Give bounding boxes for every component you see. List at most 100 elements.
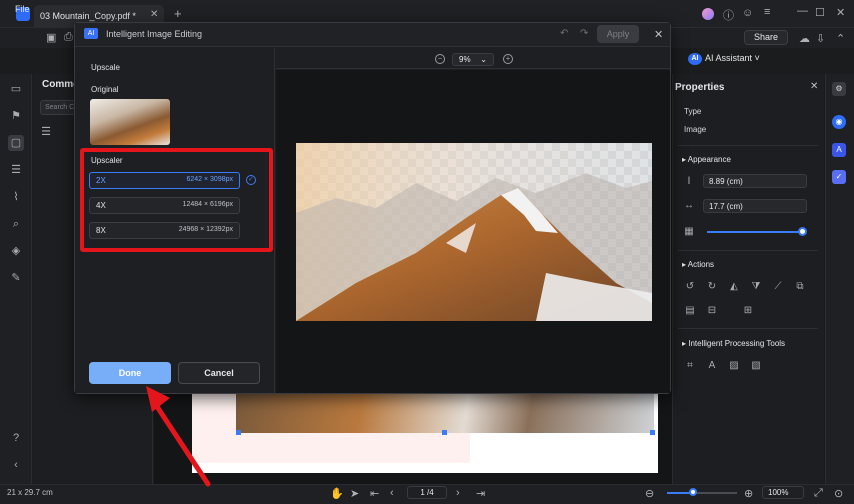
last-page-icon[interactable]: ⇥ bbox=[476, 487, 485, 500]
download-cloud-icon[interactable]: ⇩ bbox=[816, 32, 825, 45]
stack-icon[interactable]: ◈ bbox=[8, 243, 24, 259]
red-arrow-annotation bbox=[146, 386, 211, 487]
close-window-icon[interactable]: ✕ bbox=[836, 6, 845, 19]
page-indicator[interactable]: 1 /4 bbox=[407, 486, 447, 499]
undo-icon[interactable]: ↶ bbox=[560, 28, 568, 39]
properties-title: Properties bbox=[675, 82, 725, 93]
redo-icon[interactable]: ↷ bbox=[580, 28, 588, 39]
zoom-in-icon[interactable]: ⊕ bbox=[744, 487, 753, 500]
distribute-icon[interactable]: ⊞ bbox=[742, 305, 754, 317]
type-value: Image bbox=[684, 125, 707, 134]
right-sidebar-rail bbox=[825, 74, 854, 484]
new-tab-icon[interactable]: + bbox=[174, 6, 182, 21]
zoom-out-icon[interactable]: ⊖ bbox=[645, 487, 654, 500]
share-button[interactable]: Share bbox=[744, 30, 788, 45]
hand-tool-icon[interactable]: ✋ bbox=[330, 487, 344, 500]
collapse-icon[interactable]: ⌃ bbox=[836, 32, 845, 45]
flip-vertical-icon[interactable]: ⧩ bbox=[750, 281, 762, 293]
height-input[interactable]: 8.89 (cm) bbox=[703, 174, 807, 188]
tab-title: 03 Mountain_Copy.pdf * bbox=[40, 11, 136, 21]
ai-image-icon[interactable]: ▨ bbox=[728, 360, 740, 372]
preview-zoom-out-icon[interactable]: − bbox=[435, 54, 445, 64]
highlight-box bbox=[80, 148, 273, 252]
zoom-slider-knob[interactable] bbox=[689, 488, 697, 496]
help-icon[interactable]: ⓘ bbox=[723, 7, 734, 23]
actions-section-header[interactable]: ▸ Actions bbox=[682, 260, 714, 269]
original-label: Original bbox=[91, 85, 119, 94]
image-translate-icon[interactable]: A bbox=[706, 360, 718, 372]
opacity-slider-knob[interactable] bbox=[798, 227, 807, 236]
prev-page-icon[interactable]: ‹ bbox=[390, 487, 394, 499]
flip-horizontal-icon[interactable]: ◭ bbox=[728, 281, 740, 293]
select-tool-icon[interactable]: ➤ bbox=[350, 487, 359, 500]
ai-chat-icon[interactable]: ◉ bbox=[832, 115, 846, 129]
help-circle-icon[interactable]: ? bbox=[8, 430, 24, 446]
feedback-icon[interactable]: ☺ bbox=[742, 7, 753, 19]
divider bbox=[678, 250, 818, 251]
apply-button[interactable]: Apply bbox=[597, 25, 639, 43]
fit-page-icon[interactable]: ⊙ bbox=[834, 487, 843, 500]
rotate-right-icon[interactable]: ↻ bbox=[706, 281, 718, 293]
comment-icon[interactable]: ▢ bbox=[8, 135, 24, 151]
save-icon[interactable]: ▣ bbox=[46, 31, 56, 44]
ai-upscale-icon[interactable]: ▧ bbox=[750, 360, 762, 372]
properties-panel bbox=[672, 74, 824, 484]
print-icon[interactable]: ⎙ bbox=[64, 31, 73, 44]
next-page-icon[interactable]: › bbox=[456, 487, 460, 499]
width-input[interactable]: 17.7 (cm) bbox=[703, 199, 807, 213]
bookmark-icon[interactable]: ⚑ bbox=[8, 108, 24, 124]
align-icon[interactable]: ⊟ bbox=[706, 305, 718, 317]
layers-icon[interactable]: ☰ bbox=[8, 162, 24, 178]
maximize-icon[interactable]: ☐ bbox=[815, 6, 825, 19]
upscale-heading: Upscale bbox=[91, 63, 120, 72]
fullscreen-icon[interactable]: ⤢ bbox=[814, 487, 823, 500]
first-page-icon[interactable]: ⇤ bbox=[370, 487, 379, 500]
search-icon[interactable]: ⌕ bbox=[8, 216, 24, 232]
extract-icon[interactable]: ▤ bbox=[684, 305, 696, 317]
tools-section-header[interactable]: ▸ Intelligent Processing Tools bbox=[682, 339, 785, 348]
properties-close-icon[interactable]: ✕ bbox=[810, 81, 818, 92]
width-icon: ↔ bbox=[684, 200, 694, 211]
properties-toggle-icon[interactable]: ⚙ bbox=[832, 82, 846, 96]
preview-zoom-select[interactable]: 9% ⌄ bbox=[452, 53, 494, 66]
opacity-icon: ▦ bbox=[684, 226, 694, 237]
resize-handle[interactable] bbox=[442, 430, 447, 435]
replace-image-icon[interactable]: ⧉ bbox=[794, 281, 806, 293]
preview-zoom-in-icon[interactable]: + bbox=[503, 54, 513, 64]
minimize-icon[interactable]: — bbox=[797, 5, 808, 17]
dialog-close-icon[interactable]: ✕ bbox=[654, 28, 663, 41]
collapse-left-icon[interactable]: ‹ bbox=[8, 457, 24, 473]
rotate-left-icon[interactable]: ↺ bbox=[684, 281, 696, 293]
page-icon[interactable]: ▭ bbox=[8, 81, 24, 97]
zoom-select[interactable]: 100% bbox=[762, 486, 804, 499]
upload-cloud-icon[interactable]: ☁ bbox=[799, 32, 810, 45]
selected-image[interactable] bbox=[236, 393, 654, 433]
appearance-section-header[interactable]: ▸ Appearance bbox=[682, 155, 731, 164]
file-menu[interactable]: File bbox=[15, 4, 30, 14]
ai-assistant-button[interactable]: AI Assistant ˅ bbox=[705, 53, 760, 63]
opacity-slider[interactable] bbox=[707, 231, 803, 233]
crop-icon[interactable]: ⟋ bbox=[772, 281, 784, 293]
attachment-icon[interactable]: ⌇ bbox=[8, 189, 24, 205]
menu-icon[interactable]: ≡ bbox=[764, 6, 770, 18]
chevron-down-icon: ⌄ bbox=[480, 55, 487, 64]
preview-image bbox=[296, 143, 652, 321]
type-label: Type bbox=[684, 107, 702, 116]
avatar[interactable] bbox=[702, 8, 714, 20]
height-icon: Ⅰ bbox=[687, 176, 691, 187]
translate-icon[interactable]: A bbox=[832, 143, 846, 157]
signature-icon[interactable]: ✎ bbox=[8, 270, 24, 286]
divider bbox=[678, 328, 818, 329]
ocr-icon[interactable]: ⌗ bbox=[684, 360, 696, 372]
resize-handle[interactable] bbox=[650, 430, 655, 435]
divider bbox=[678, 145, 818, 146]
ai-assistant-icon[interactable]: AI bbox=[688, 53, 702, 65]
ai-badge-icon: AI bbox=[84, 28, 98, 39]
filter-icon[interactable]: ☰ bbox=[38, 124, 54, 140]
original-thumbnail bbox=[90, 99, 170, 145]
resize-handle[interactable] bbox=[236, 430, 241, 435]
preview-zoom-value: 9% bbox=[459, 55, 471, 64]
tab-close-icon[interactable]: ✕ bbox=[150, 9, 158, 20]
page-size: 21 x 29.7 cm bbox=[7, 488, 53, 497]
check-icon[interactable]: ✓ bbox=[832, 170, 846, 184]
